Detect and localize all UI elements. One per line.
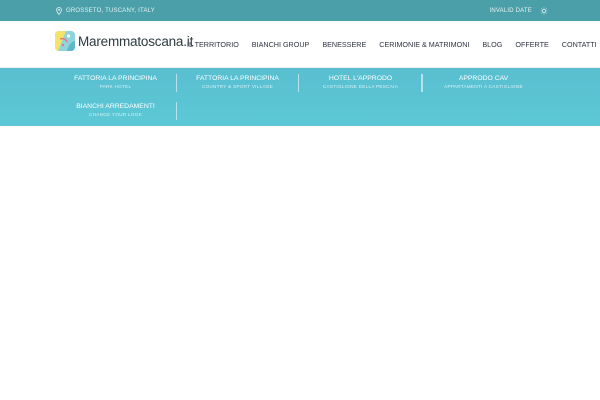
mega-item-hotel-approdo[interactable]: HOTEL L'APPRODO CASTIGLIONE DELLA PESCAI…	[300, 74, 422, 92]
mega-item-approdo-cav[interactable]: APPRODO CAV APPARTAMENTI A CASTIGLIONE	[422, 74, 544, 92]
logo-text: Maremmatoscana.it	[78, 33, 194, 49]
top-bar: GROSSETO, TUSCANY, ITALY INVALID DATE	[0, 0, 600, 21]
nav-item-blog[interactable]: BLOG	[482, 40, 502, 49]
mega-item-title: APPRODO CAV	[458, 75, 509, 82]
nav-item-territorio[interactable]: IL TERRITORIO	[187, 40, 239, 49]
date-text: INVALID DATE	[489, 7, 532, 14]
nav-item-contatti[interactable]: CONTATTI	[562, 40, 597, 49]
mega-item-title: BIANCHI ARREDAMENTI	[76, 103, 155, 110]
mega-item-subtitle: APPARTAMENTI A CASTIGLIONE	[444, 84, 523, 89]
site-header: Maremmatoscana.it IL TERRITORIO BIANCHI …	[0, 21, 600, 68]
logo-mark-icon	[55, 31, 75, 51]
mega-item-principina-park[interactable]: FATTORIA LA PRINCIPINA PARK HOTEL	[55, 74, 177, 92]
mega-item-title: HOTEL L'APPRODO	[328, 75, 393, 82]
mega-item-subtitle: CASTIGLIONE DELLA PESCAIA	[322, 84, 399, 89]
mega-item-bianchi-arredamenti[interactable]: BIANCHI ARREDAMENTI CHANGE YOUR LOOK	[55, 102, 177, 120]
map-pin-icon	[56, 6, 62, 15]
mega-item-principina-village[interactable]: FATTORIA LA PRINCIPINA COUNTRY & SPORT V…	[177, 74, 299, 92]
date-weather: INVALID DATE	[489, 6, 548, 15]
sun-icon	[540, 6, 548, 15]
location-text: GROSSETO, TUSCANY, ITALY	[66, 7, 155, 14]
main-nav: IL TERRITORIO BIANCHI GROUP BENESSERE CE…	[187, 21, 600, 68]
nav-item-bianchi-group[interactable]: BIANCHI GROUP	[252, 40, 310, 49]
mega-item-subtitle: COUNTRY & SPORT VILLAGE	[201, 84, 274, 89]
mega-item-subtitle: PARK HOTEL	[99, 84, 132, 89]
site-logo[interactable]: Maremmatoscana.it	[54, 30, 193, 52]
nav-item-benessere[interactable]: BENESSERE	[322, 40, 366, 49]
mega-item-subtitle: CHANGE YOUR LOOK	[89, 112, 142, 117]
nav-item-cerimonie[interactable]: CERIMONIE & MATRIMONI	[379, 40, 469, 49]
location-info: GROSSETO, TUSCANY, ITALY	[56, 6, 155, 15]
mega-item-title: FATTORIA LA PRINCIPINA	[74, 75, 157, 82]
mega-menu: FATTORIA LA PRINCIPINA PARK HOTEL FATTOR…	[0, 68, 600, 126]
mega-item-title: FATTORIA LA PRINCIPINA	[196, 75, 279, 82]
nav-item-offerte[interactable]: OFFERTE	[515, 40, 548, 49]
